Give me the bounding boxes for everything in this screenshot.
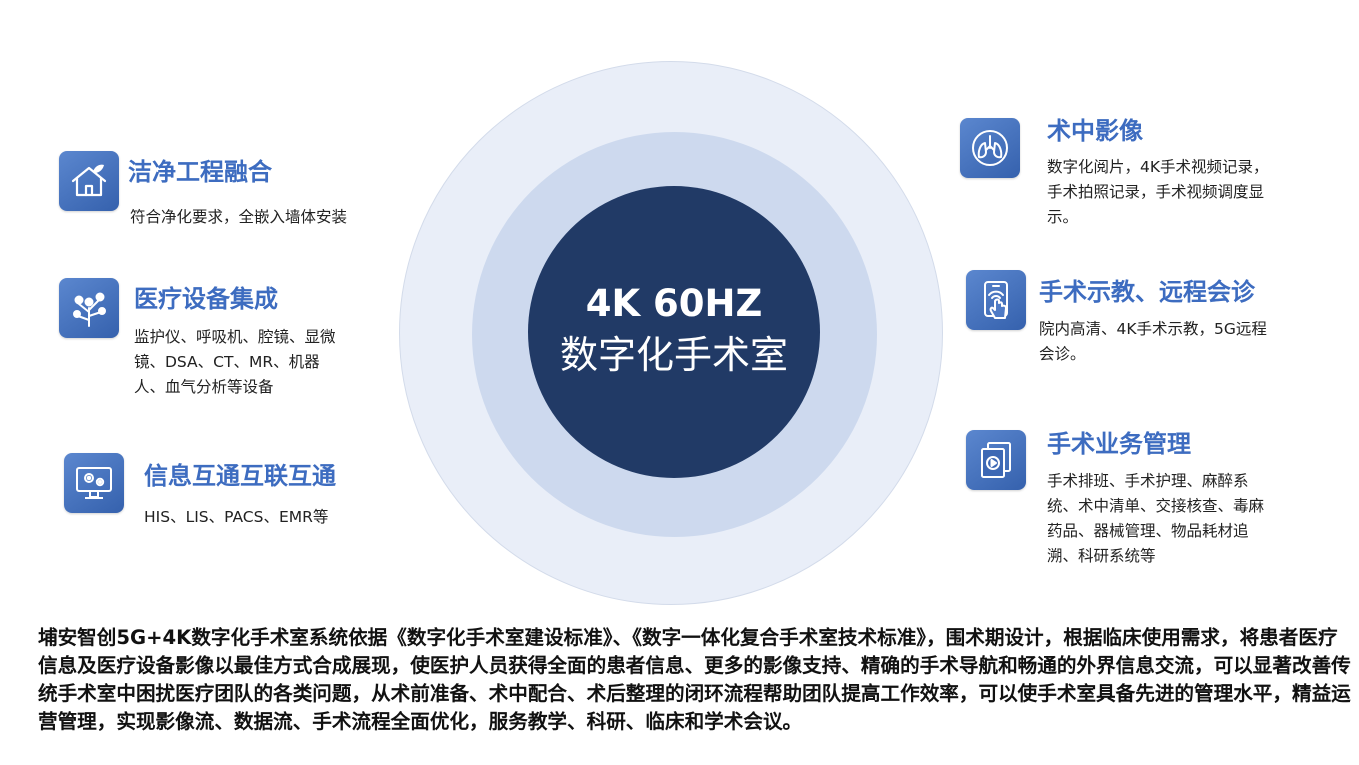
network-tree-icon [59,278,119,338]
teaching-title: 手术示教、远程会诊 [1039,278,1255,306]
house-leaf-icon [59,151,119,211]
phone-touch-icon [966,270,1026,330]
center-subtitle: 数字化手术室 [559,333,788,377]
teaching-desc: 院内高清、4K手术示教，5G远程会诊。 [1039,320,1267,363]
center-title: 4K 60HZ [585,282,763,325]
clean-title: 洁净工程融合 [128,158,272,186]
info-title: 信息互通互联互通 [144,462,336,490]
device-desc: 监护仪、呼吸机、腔镜、显微镜、DSA、CT、MR、机器人、血气分析等设备 [134,328,336,396]
video-folder-icon [966,430,1026,490]
imaging-title: 术中影像 [1047,117,1143,145]
clean-desc: 符合净化要求，全嵌入墙体安装 [130,208,348,226]
monitor-gears-icon [64,453,124,513]
management-title: 手术业务管理 [1047,430,1191,458]
summary-paragraph: 埔安智创5G+4K数字化手术室系统依据《数字化手术室建设标准》、《数字一体化复合… [38,626,1351,733]
lungs-icon [960,118,1020,178]
management-desc: 手术排班、手术护理、麻醉系统、术中清单、交接核查、毒麻药品、器械管理、物品耗材追… [1047,472,1265,565]
device-title: 医疗设备集成 [134,285,278,313]
imaging-desc: 数字化阅片，4K手术视频记录，手术拍照记录，手术视频调度显示。 [1047,158,1269,226]
info-desc: HIS、LIS、PACS、EMR等 [144,508,329,526]
